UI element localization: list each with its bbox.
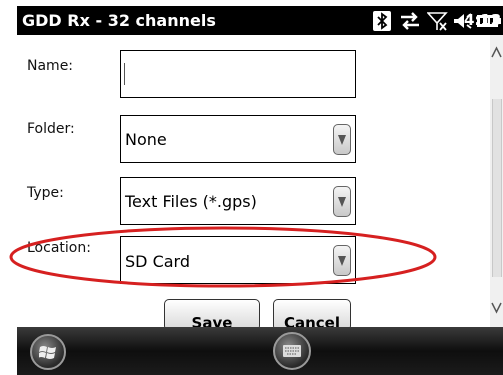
title-bar: GDD Rx - 32 channels	[17, 6, 503, 35]
folder-value: None	[125, 130, 167, 149]
folder-dropdown[interactable]: None	[120, 115, 356, 163]
bluetooth-icon[interactable]	[373, 10, 391, 31]
folder-label: Folder:	[27, 121, 75, 137]
scroll-up-icon[interactable]	[491, 43, 502, 63]
type-value: Text Files (*.gps)	[125, 192, 257, 211]
data-sync-icon[interactable]	[399, 10, 421, 31]
location-dropdown[interactable]: SD Card	[120, 236, 356, 284]
chevron-down-icon[interactable]	[333, 186, 351, 217]
window-title: GDD Rx - 32 channels	[22, 11, 216, 30]
taskbar	[17, 327, 503, 375]
type-label: Type:	[27, 185, 64, 201]
form-area: Name: Folder: None Type: Text Files (*.g…	[17, 35, 503, 327]
location-value: SD Card	[125, 252, 190, 271]
scroll-thumb[interactable]	[492, 99, 502, 277]
chevron-down-icon[interactable]	[333, 124, 351, 155]
text-cursor	[124, 63, 125, 85]
keyboard-icon[interactable]	[273, 332, 311, 370]
clock[interactable]: 4:13	[464, 11, 501, 29]
signal-off-icon[interactable]	[427, 10, 449, 31]
name-label: Name:	[27, 58, 74, 74]
name-input[interactable]	[120, 50, 356, 98]
type-dropdown[interactable]: Text Files (*.gps)	[120, 177, 356, 225]
location-label: Location:	[27, 240, 91, 256]
windows-flag-icon[interactable]	[30, 334, 66, 370]
vertical-scrollbar[interactable]	[490, 35, 503, 327]
scroll-down-icon[interactable]	[491, 297, 502, 317]
chevron-down-icon[interactable]	[333, 245, 351, 276]
